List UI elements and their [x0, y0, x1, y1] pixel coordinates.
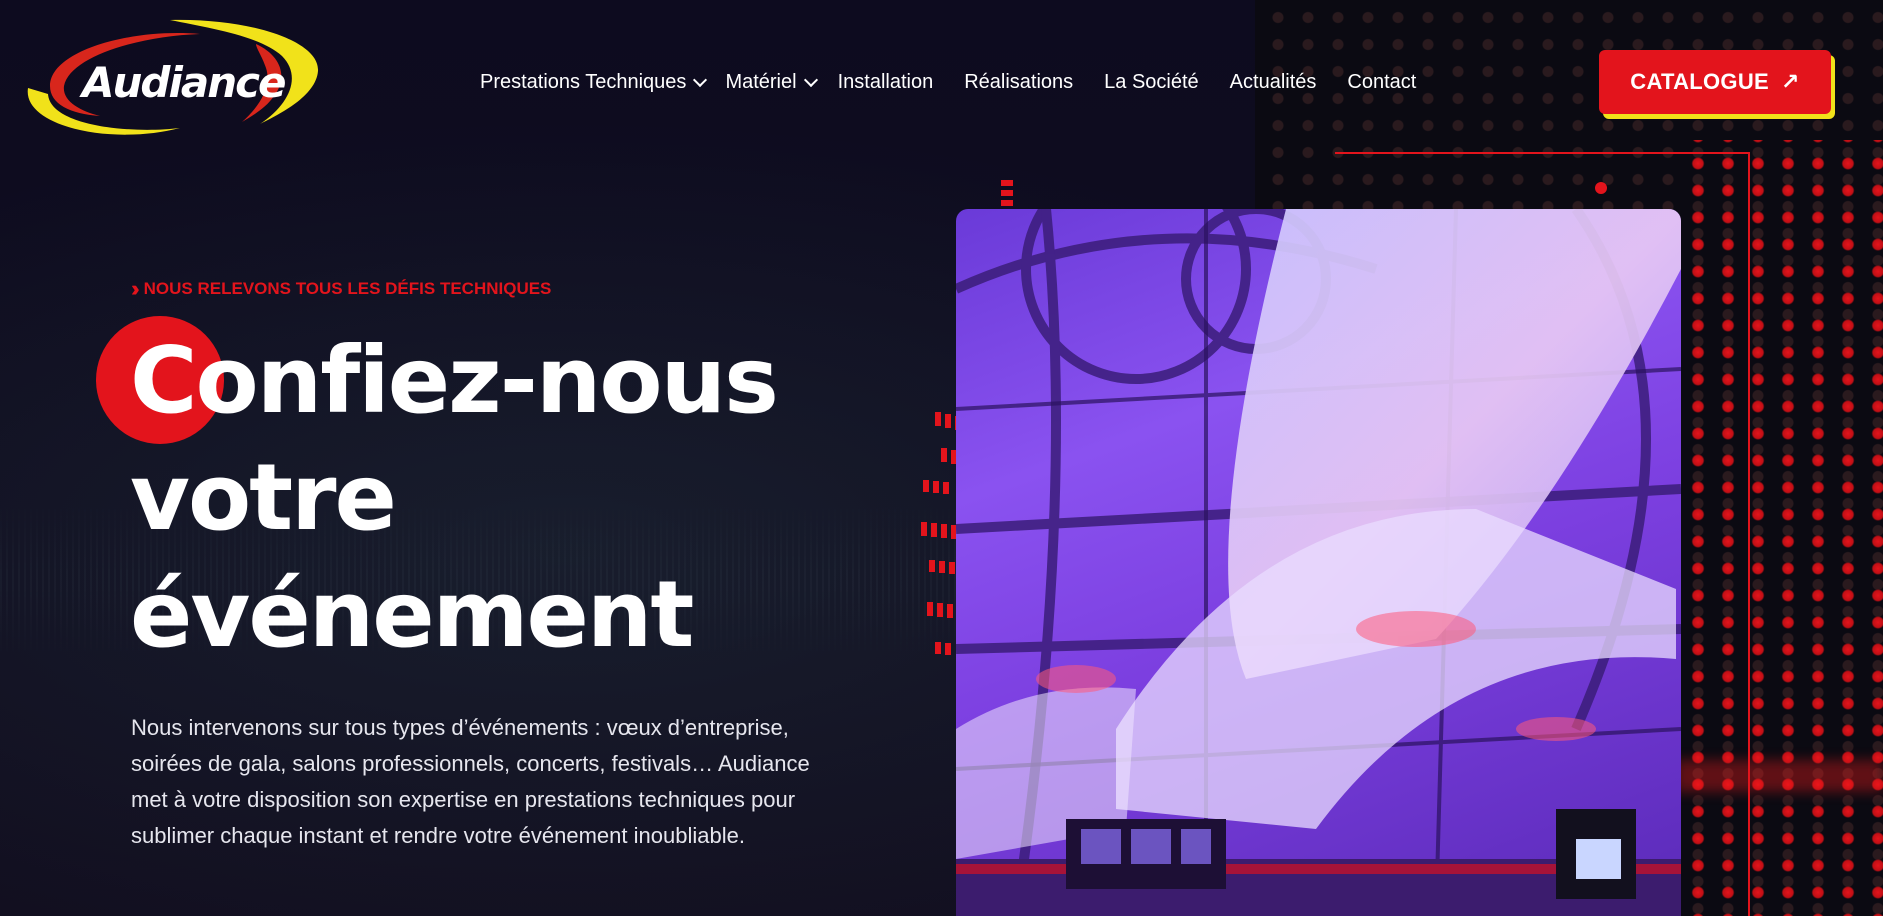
logo-text: Audiance	[82, 58, 286, 107]
hero-headline: Confiez-nous votre événement	[130, 322, 779, 673]
hero-eyebrow: ›› NOUS RELEVONS TOUS LES DÉFIS TECHNIQU…	[131, 276, 551, 302]
nav-item-installation[interactable]: Installation	[838, 71, 934, 94]
hero-eyebrow-text: NOUS RELEVONS TOUS LES DÉFIS TECHNIQUES	[143, 279, 552, 298]
nav-item-label: Matériel	[725, 70, 797, 93]
nav-item-materiel[interactable]: Matériel	[725, 70, 818, 94]
catalogue-button-label: CATALOGUE	[1630, 69, 1770, 94]
hero-event-photo	[956, 209, 1681, 916]
catalogue-button-wrapper: CATALOGUE ↗	[1599, 50, 1837, 120]
double-chevron-right-icon: ››	[131, 276, 139, 301]
nav-item-actualites[interactable]: Actualités	[1230, 71, 1317, 94]
main-navigation: Prestations Techniques Matériel Installa…	[480, 66, 1447, 98]
nav-item-label: Actualités	[1229, 70, 1317, 93]
led-glow-row	[1675, 760, 1883, 792]
nav-item-prestations-techniques[interactable]: Prestations Techniques	[480, 70, 708, 94]
catalogue-button[interactable]: CATALOGUE ↗	[1599, 50, 1831, 114]
nav-item-label: Prestations Techniques	[480, 70, 687, 93]
arrow-up-right-icon: ↗	[1781, 69, 1800, 94]
chevron-down-icon	[693, 72, 708, 88]
nav-item-label: Contact	[1347, 70, 1417, 93]
decorative-dot	[1595, 182, 1607, 194]
decorative-line	[1335, 152, 1750, 154]
nav-item-contact[interactable]: Contact	[1347, 71, 1416, 94]
hero-description: Nous intervenons sur tous types d’événem…	[131, 715, 810, 848]
nav-item-label: Réalisations	[964, 70, 1074, 93]
hero-headline-line-2: votre	[130, 444, 397, 551]
hero-headline-line-1: Confiez-nous	[130, 327, 779, 434]
page: Audiance Prestations Techniques Matériel…	[0, 0, 1883, 916]
site-logo[interactable]: Audiance	[20, 16, 320, 146]
nav-item-label: Installation	[837, 70, 934, 93]
chevron-down-icon	[803, 72, 818, 88]
led-panel-red-lights	[1675, 140, 1883, 916]
nav-item-realisations[interactable]: Réalisations	[964, 71, 1073, 94]
hero-event-photo-illustration	[956, 209, 1681, 916]
decorative-line-vertical	[1748, 152, 1750, 916]
nav-item-label: La Société	[1104, 70, 1199, 93]
nav-item-la-societe[interactable]: La Société	[1104, 71, 1199, 94]
hero-headline-line-3: événement	[130, 561, 694, 668]
